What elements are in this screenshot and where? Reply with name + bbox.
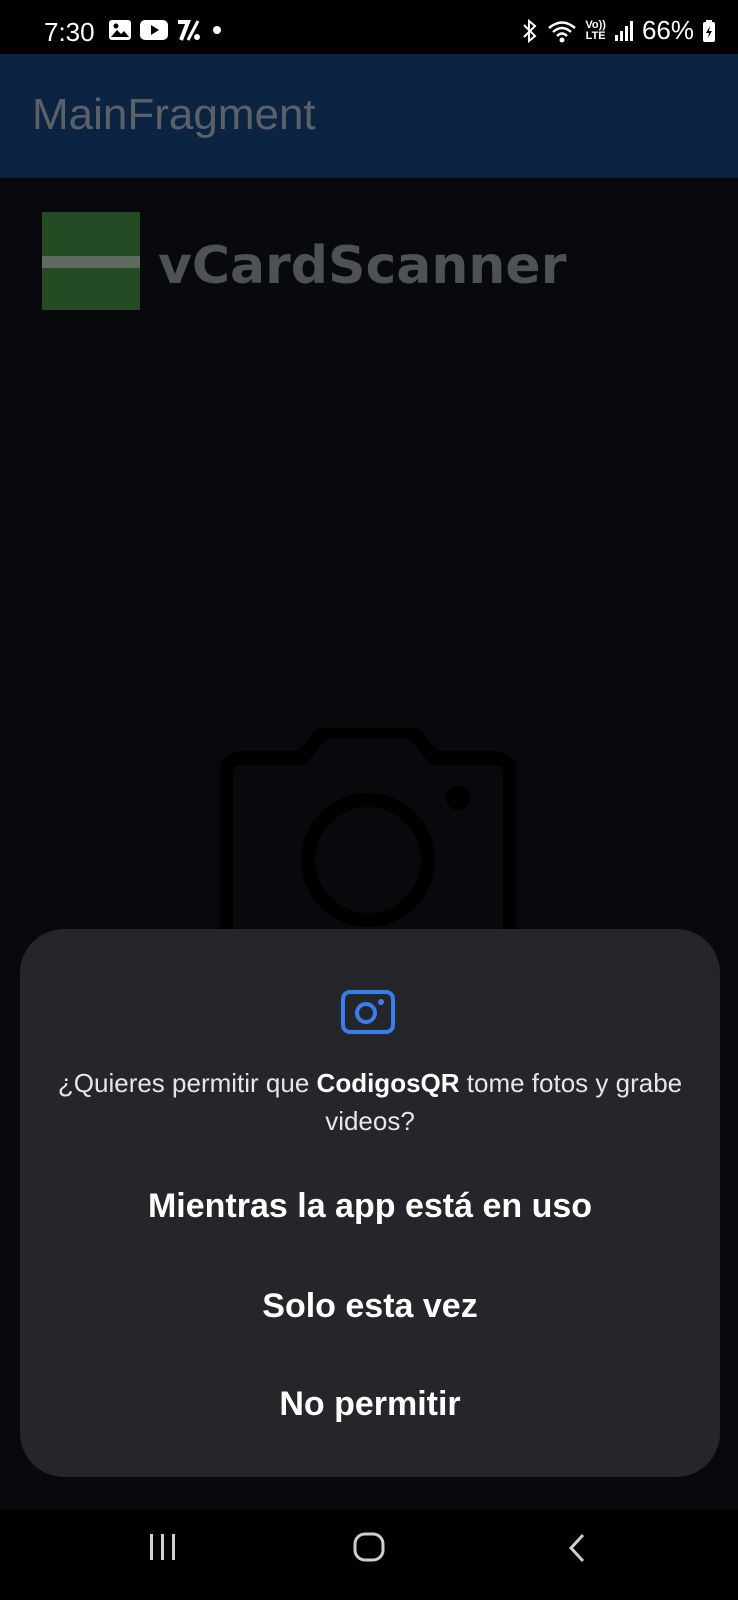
home-button[interactable]	[352, 1532, 386, 1567]
app-name: CodigosQR	[316, 1068, 460, 1098]
app-logo	[42, 212, 140, 310]
camera-icon	[341, 990, 395, 1034]
logo-text: vCardScanner	[158, 236, 567, 296]
camera-preview-icon	[219, 725, 517, 943]
allow-once-button[interactable]: Solo esta vez	[20, 1287, 720, 1326]
wifi-icon	[548, 20, 577, 42]
percent-app-icon	[178, 20, 200, 41]
home-icon	[353, 1532, 385, 1562]
app-bar: MainFragment	[0, 54, 738, 178]
status-time: 7:30	[44, 17, 95, 47]
dialog-camera-icon	[340, 987, 396, 1040]
status-bar: 7:30 Vo)) LTE 66%	[0, 0, 738, 54]
navigation-bar	[0, 1510, 738, 1600]
logo-stripe	[42, 256, 140, 268]
volte-label-bottom: LTE	[585, 29, 606, 42]
deny-button[interactable]: No permitir	[20, 1385, 720, 1424]
recents-button[interactable]	[148, 1532, 178, 1567]
signal-icon	[614, 20, 633, 41]
volte-icon: Vo)) LTE	[585, 18, 606, 42]
back-icon	[568, 1533, 585, 1563]
bluetooth-icon	[523, 18, 537, 43]
dialog-message: ¿Quieres permitir que CodigosQR tome fot…	[50, 1064, 690, 1140]
volte-label-top: Vo))	[585, 18, 606, 31]
recents-icon	[150, 1534, 175, 1560]
allow-while-using-button[interactable]: Mientras la app está en uso	[20, 1187, 720, 1226]
gallery-icon	[109, 20, 131, 40]
message-prefix: ¿Quieres permitir que	[57, 1068, 317, 1098]
camera-icon	[219, 725, 517, 938]
battery-icon	[703, 19, 715, 42]
status-right-icons: Vo)) LTE 66%	[521, 15, 716, 46]
back-button[interactable]	[565, 1532, 589, 1569]
status-left-icons	[108, 18, 224, 42]
permission-dialog: ¿Quieres permitir que CodigosQR tome fot…	[20, 929, 720, 1477]
battery-level: 66%	[641, 15, 694, 45]
youtube-icon	[140, 20, 168, 40]
app-title: MainFragment	[32, 90, 316, 139]
notification-dot	[213, 26, 221, 34]
